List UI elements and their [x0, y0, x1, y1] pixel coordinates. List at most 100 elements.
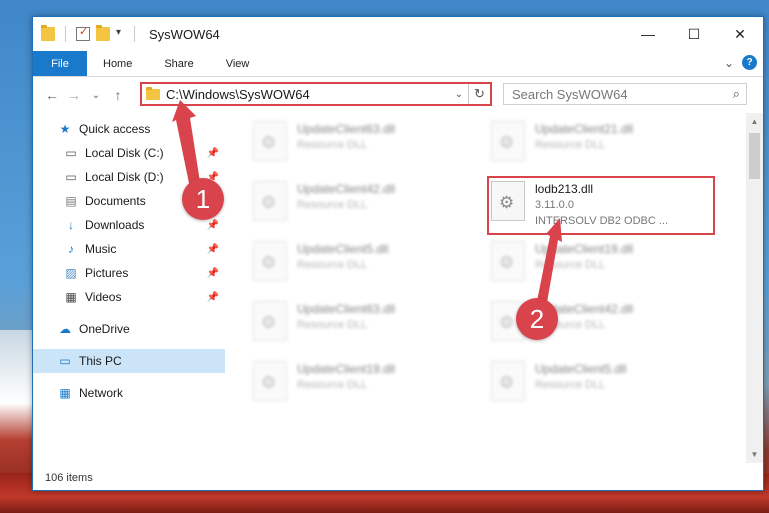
- file-item[interactable]: UpdateClient19.dll Resource DLL: [253, 355, 473, 407]
- file-name: UpdateClient21.dll: [535, 122, 634, 136]
- pin-icon[interactable]: 📌: [207, 220, 219, 231]
- sidebar-item-videos[interactable]: ▦ Videos 📌: [33, 285, 225, 309]
- search-placeholder: Search SysWOW64: [512, 86, 628, 102]
- explorer-body: ★ Quick access ▭ Local Disk (C:) 📌 ▭ Loc…: [33, 113, 763, 463]
- sidebar-item-network[interactable]: ▦ Network: [33, 381, 225, 405]
- file-type: Resource DLL: [297, 259, 368, 271]
- window-title: SysWOW64: [149, 26, 220, 42]
- dll-file-icon: [491, 121, 525, 161]
- file-item[interactable]: UpdateClient63.dll Resource DLL: [253, 115, 473, 167]
- file-type: Resource DLL: [535, 139, 606, 151]
- sidebar-item-label: Local Disk (C:): [85, 146, 164, 160]
- address-path[interactable]: C:\Windows\SysWOW64: [166, 87, 450, 102]
- sidebar-item-label: Network: [79, 386, 124, 400]
- scroll-down-icon[interactable]: ▼: [746, 446, 763, 463]
- star-icon: ★: [59, 122, 71, 136]
- documents-icon: ▤: [65, 194, 77, 208]
- explorer-window: ▾ SysWOW64 — ☐ ✕ File Home Share View ⌄ …: [32, 16, 764, 491]
- back-button[interactable]: ←: [41, 87, 63, 103]
- sidebar-item-label: This PC: [79, 354, 122, 368]
- sidebar-item-onedrive[interactable]: ☁ OneDrive: [33, 317, 225, 341]
- sidebar-item-quick-access[interactable]: ★ Quick access: [33, 117, 225, 141]
- vertical-scrollbar[interactable]: ▲ ▼: [746, 113, 763, 463]
- file-type: Resource DLL: [297, 199, 368, 211]
- file-type: Resource DLL: [297, 319, 368, 331]
- file-name: UpdateClient5.dll: [297, 242, 389, 256]
- sidebar-item-label: Videos: [85, 290, 122, 304]
- file-type: Resource DLL: [297, 139, 368, 151]
- file-item[interactable]: UpdateClient5.dll Resource DLL: [253, 235, 473, 287]
- folder-icon[interactable]: [41, 25, 55, 41]
- ribbon-right: ⌄ ?: [724, 55, 757, 70]
- customize-toolbar-icon[interactable]: ▾: [116, 27, 130, 41]
- window-controls: — ☐ ✕: [625, 17, 763, 51]
- expand-ribbon-icon[interactable]: ⌄: [724, 56, 734, 70]
- close-button[interactable]: ✕: [717, 17, 763, 51]
- file-item[interactable]: UpdateClient42.dll Resource DLL: [253, 175, 473, 227]
- pin-icon[interactable]: 📌: [207, 244, 219, 255]
- step-2-badge: 2: [516, 298, 558, 340]
- pictures-icon: ▨: [65, 266, 77, 280]
- address-dropdown-icon[interactable]: ⌄: [450, 89, 468, 100]
- quick-access-toolbar: ▾: [41, 25, 130, 42]
- tab-file[interactable]: File: [33, 51, 87, 76]
- refresh-button[interactable]: ↻: [468, 84, 490, 104]
- ribbon-tabs: File Home Share View ⌄ ?: [33, 51, 763, 77]
- music-icon: ♪: [68, 242, 74, 256]
- tab-share[interactable]: Share: [148, 51, 209, 76]
- downloads-icon: ↓: [68, 218, 74, 232]
- tab-view[interactable]: View: [210, 51, 266, 76]
- divider: [65, 26, 66, 42]
- file-item[interactable]: UpdateClient19.dll Resource DLL: [491, 235, 711, 287]
- new-folder-icon[interactable]: [96, 25, 110, 41]
- dll-file-icon: [253, 241, 287, 281]
- step-1-badge: 1: [182, 178, 224, 220]
- file-name: UpdateClient42.dll: [297, 182, 396, 196]
- scroll-thumb[interactable]: [749, 133, 760, 179]
- sidebar-item-label: OneDrive: [79, 322, 130, 336]
- file-highlight-box: [487, 176, 715, 235]
- file-item[interactable]: UpdateClient63.dll Resource DLL: [253, 295, 473, 347]
- file-name: UpdateClient63.dll: [297, 122, 396, 136]
- tab-home[interactable]: Home: [87, 51, 148, 76]
- file-type: Resource DLL: [535, 379, 606, 391]
- minimize-button[interactable]: —: [625, 17, 671, 51]
- navigation-pane: ★ Quick access ▭ Local Disk (C:) 📌 ▭ Loc…: [33, 113, 225, 463]
- up-button[interactable]: ↑: [107, 87, 129, 103]
- drive-icon: ▭: [65, 170, 77, 184]
- file-name: UpdateClient19.dll: [535, 242, 634, 256]
- maximize-button[interactable]: ☐: [671, 17, 717, 51]
- sidebar-item-this-pc[interactable]: ▭ This PC: [33, 349, 225, 373]
- dll-file-icon: [491, 361, 525, 401]
- navigation-bar: ← → ⌄ ↑ C:\Windows\SysWOW64 ⌄ ↻ Search S…: [33, 77, 763, 113]
- status-item-count: 106 items: [45, 472, 93, 484]
- pin-icon[interactable]: 📌: [207, 292, 219, 303]
- forward-button[interactable]: →: [63, 87, 85, 103]
- recent-locations-button[interactable]: ⌄: [85, 90, 107, 101]
- dll-file-icon: [253, 121, 287, 161]
- dll-file-icon: [253, 361, 287, 401]
- sidebar-item-label: Local Disk (D:): [85, 170, 164, 184]
- file-list: UpdateClient63.dll Resource DLL UpdateCli…: [229, 113, 741, 463]
- file-item[interactable]: UpdateClient21.dll Resource DLL: [491, 115, 711, 167]
- pin-icon[interactable]: 📌: [207, 148, 219, 159]
- sidebar-item-music[interactable]: ♪ Music 📌: [33, 237, 225, 261]
- address-bar[interactable]: C:\Windows\SysWOW64 ⌄ ↻: [140, 82, 492, 106]
- pin-icon[interactable]: 📌: [207, 268, 219, 279]
- sidebar-item-local-disk-c[interactable]: ▭ Local Disk (C:) 📌: [33, 141, 225, 165]
- file-type: Resource DLL: [297, 379, 368, 391]
- sidebar-item-label: Downloads: [85, 218, 145, 232]
- dll-file-icon: [491, 241, 525, 281]
- help-icon[interactable]: ?: [742, 55, 757, 70]
- dll-file-icon: [253, 301, 287, 341]
- properties-icon[interactable]: [76, 25, 90, 41]
- search-input[interactable]: Search SysWOW64 ⌕: [503, 83, 747, 105]
- title-bar: ▾ SysWOW64 — ☐ ✕: [33, 17, 763, 51]
- file-type: Resource DLL: [535, 259, 606, 271]
- search-icon[interactable]: ⌕: [733, 86, 740, 102]
- scroll-up-icon[interactable]: ▲: [746, 113, 763, 130]
- file-item[interactable]: UpdateClient5.dll Resource DLL: [491, 355, 711, 407]
- file-name: UpdateClient19.dll: [297, 362, 396, 376]
- sidebar-item-pictures[interactable]: ▨ Pictures 📌: [33, 261, 225, 285]
- sidebar-item-label: Pictures: [85, 266, 129, 280]
